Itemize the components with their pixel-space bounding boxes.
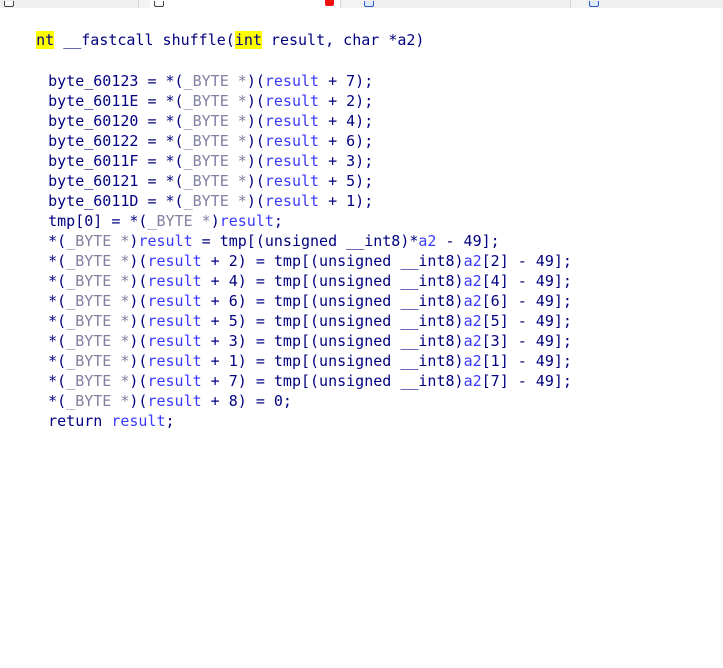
code-line-tmp0: tmp[0] = *(_BYTE *)result;: [12, 191, 283, 230]
close-icon[interactable]: [325, 0, 334, 6]
code-line: byte_6011D = *(_BYTE *)(result + 1);: [12, 171, 373, 210]
tab-4[interactable]: [585, 0, 723, 8]
code-line-assign: *(_BYTE *)(result + 7) = tmp[(unsigned _…: [12, 351, 572, 390]
tab-3[interactable]: [360, 0, 571, 8]
code-line-assign: *(_BYTE *)(result + 5) = tmp[(unsigned _…: [12, 291, 572, 330]
semicolon: ;: [165, 412, 175, 430]
bracket-close: ] - 49];: [499, 372, 572, 390]
return-type-highlight: nt: [36, 31, 55, 49]
bracket-open: [: [481, 372, 491, 390]
signature-params: result, char *a2): [261, 31, 425, 49]
code-line-assign: *(_BYTE *)(result + 4) = tmp[(unsigned _…: [12, 251, 572, 290]
code-line-assign0: *(_BYTE *)result = tmp[(unsigned __int8)…: [12, 211, 500, 250]
doc-icon: [364, 1, 374, 7]
code-line: byte_60123 = *(_BYTE *)(result + 7);: [12, 51, 373, 90]
code-line-zero: *(_BYTE *)(result + 8) = 0;: [12, 371, 292, 410]
code-line: byte_60120 = *(_BYTE *)(result + 4);: [12, 91, 373, 130]
code-line-assign: *(_BYTE *)(result + 6) = tmp[(unsigned _…: [12, 271, 572, 310]
code-line: byte_60121 = *(_BYTE *)(result + 5);: [12, 151, 373, 190]
code-line: byte_6011E = *(_BYTE *)(result + 2);: [12, 71, 373, 110]
a2-index: 7: [490, 372, 500, 390]
code-line-assign: *(_BYTE *)(result + 3) = tmp[(unsigned _…: [12, 311, 572, 350]
code-line-return: return result;: [12, 391, 174, 430]
code-line: byte_6011F = *(_BYTE *)(result + 3);: [12, 131, 373, 170]
zero-rest: + 8) = 0;: [201, 392, 292, 410]
var-a2: a2: [463, 372, 482, 390]
tab-1[interactable]: [0, 0, 139, 8]
pseudocode-view[interactable]: nt __fastcall shuffle(int result, char *…: [0, 8, 723, 442]
return-keyword: return: [48, 412, 112, 430]
code-line-assign: *(_BYTE *)(result + 2) = tmp[(unsigned _…: [12, 231, 572, 270]
tab-2-active[interactable]: [150, 0, 341, 8]
doc-icon: [154, 1, 164, 7]
code-line: byte_60122 = *(_BYTE *)(result + 6);: [12, 111, 373, 150]
signature-text: __fastcall shuffle(: [54, 31, 235, 49]
rhs: + 1);: [319, 192, 374, 210]
param-type-highlight: int: [234, 31, 262, 49]
function-signature: nt __fastcall shuffle(int result, char *…: [0, 10, 424, 49]
doc-icon: [589, 1, 599, 7]
code-line-assign: *(_BYTE *)(result + 1) = tmp[(unsigned _…: [12, 331, 572, 370]
var-result: result: [111, 412, 166, 430]
doc-icon: [4, 1, 14, 7]
